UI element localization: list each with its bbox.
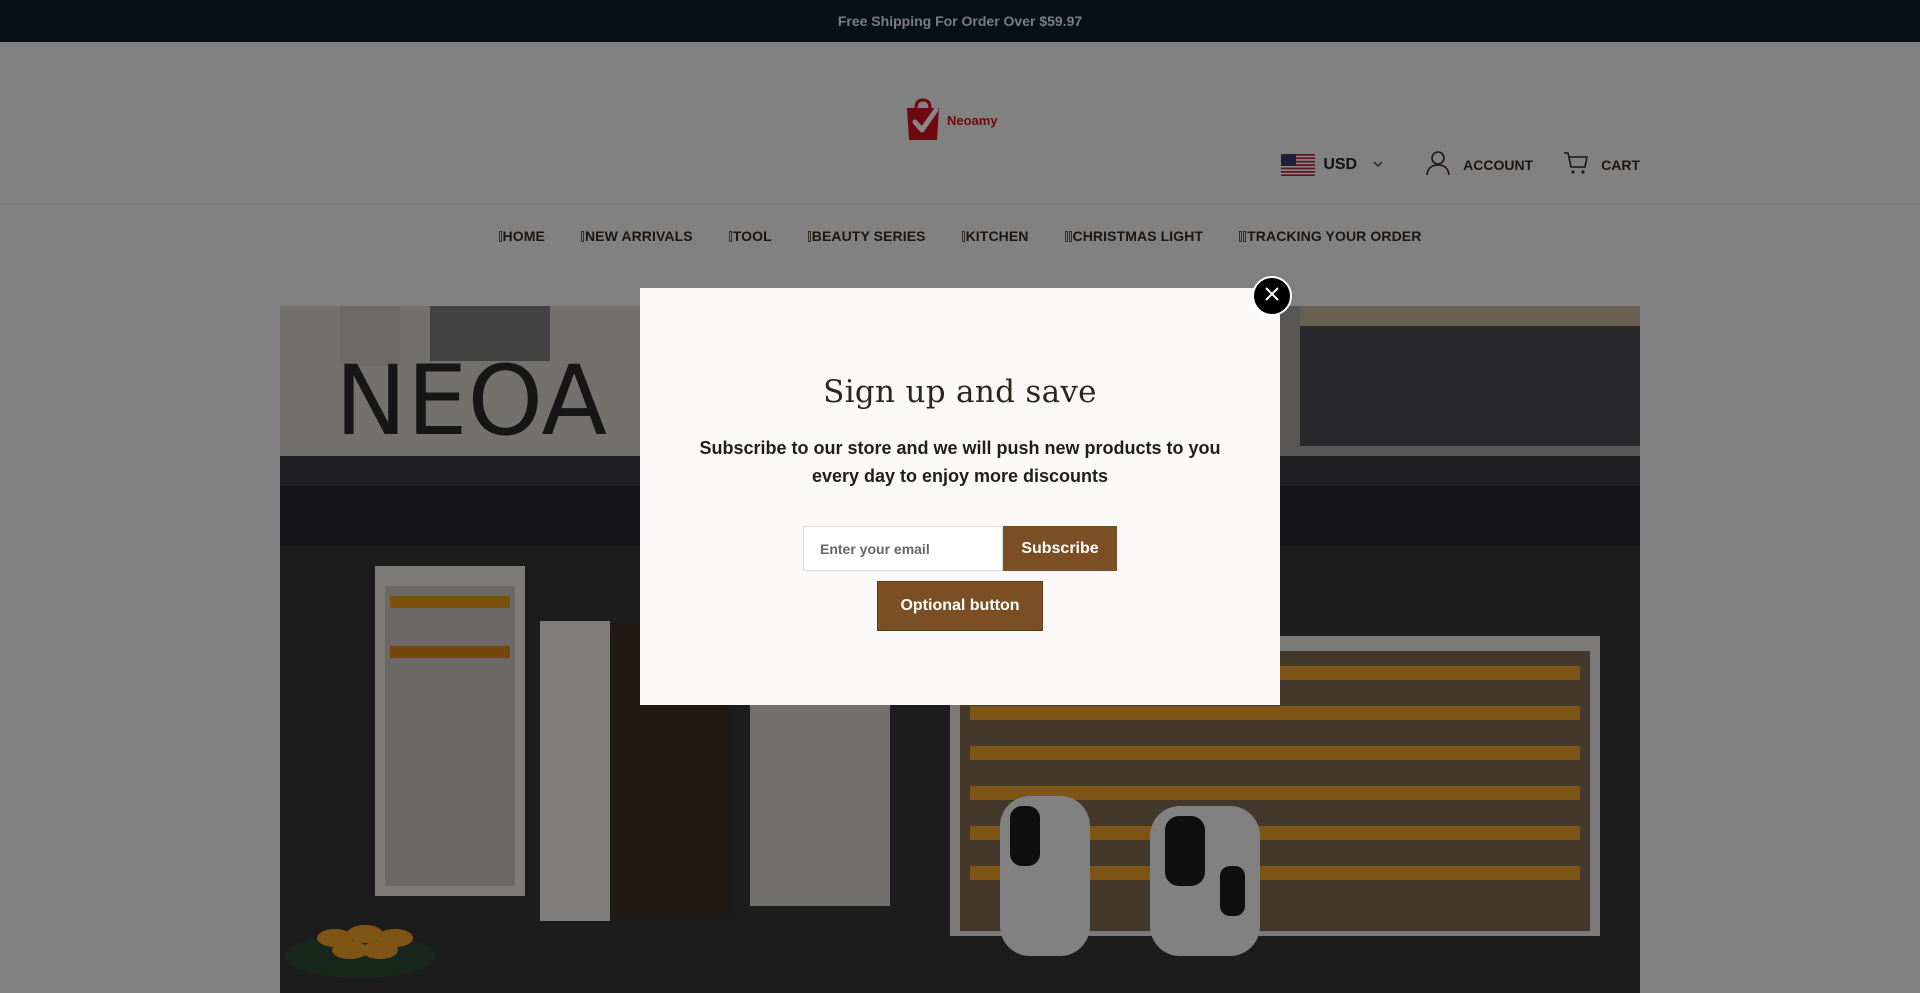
- optional-button[interactable]: Optional button: [877, 581, 1043, 631]
- subscribe-button[interactable]: Subscribe: [1003, 526, 1117, 571]
- close-modal-button[interactable]: [1252, 276, 1292, 316]
- email-input[interactable]: [803, 526, 1003, 571]
- subscribe-form: Subscribe: [640, 526, 1280, 571]
- modal-description: Subscribe to our store and we will push …: [699, 438, 1221, 486]
- close-icon: [1265, 286, 1279, 306]
- signup-modal: Sign up and save Subscribe to our store …: [640, 288, 1280, 705]
- modal-title: Sign up and save: [823, 374, 1097, 410]
